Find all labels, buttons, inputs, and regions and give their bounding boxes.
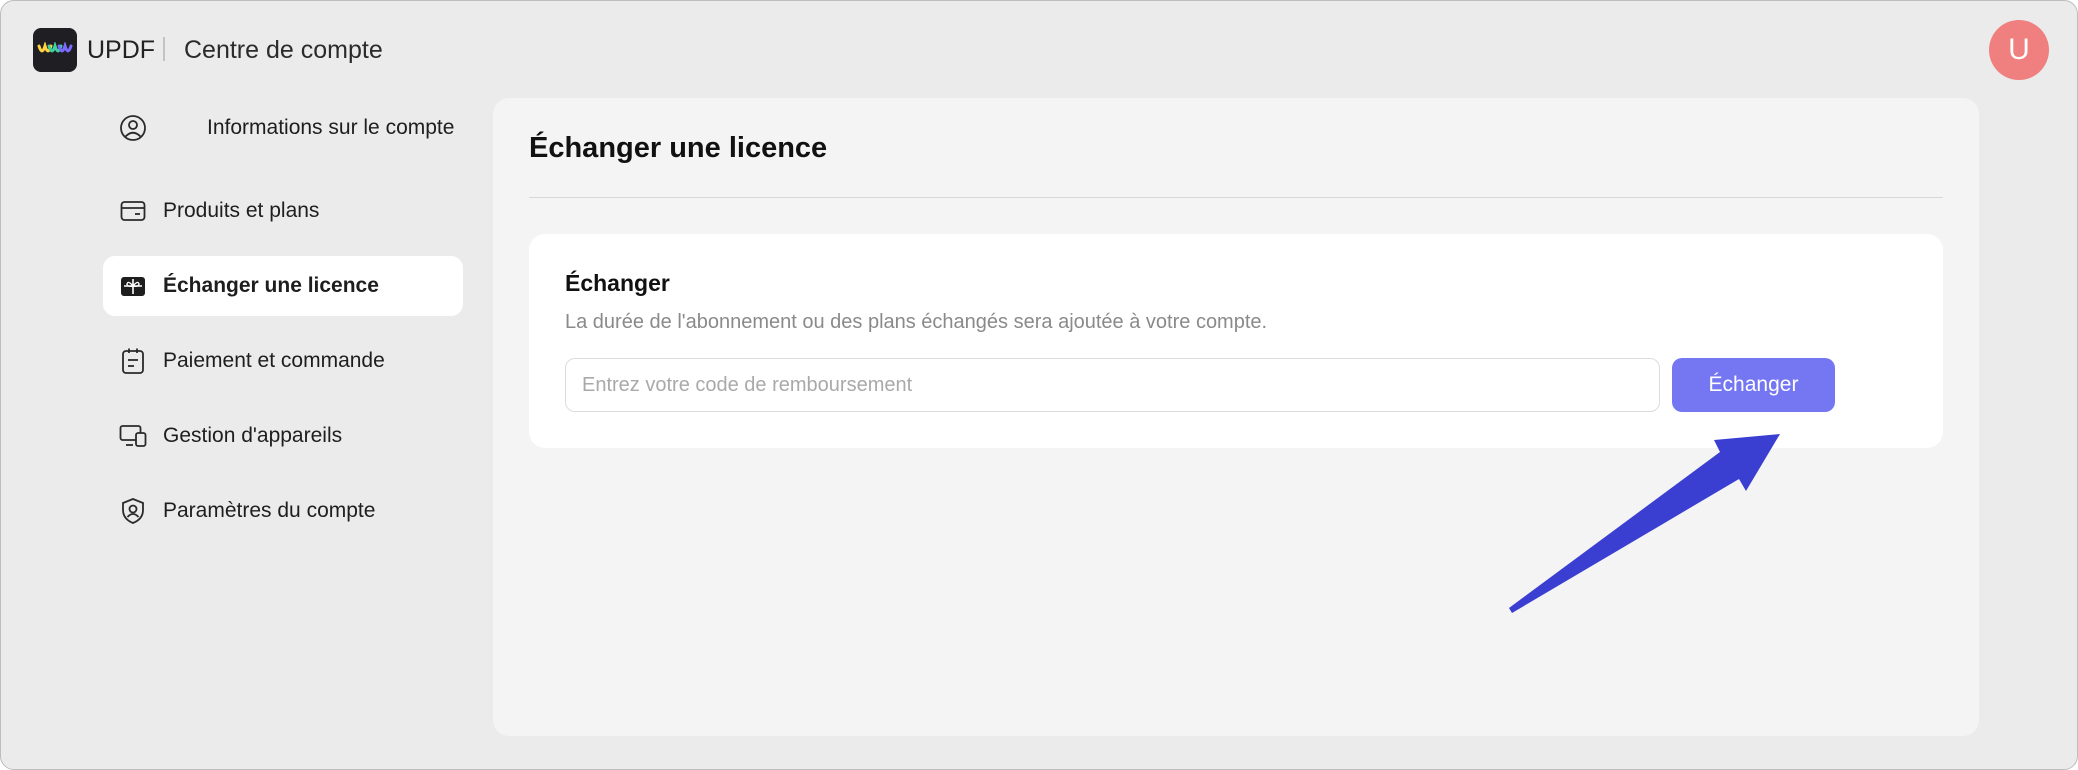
sidebar-item-label: Paiement et commande [163, 349, 385, 372]
sidebar-item-label: Paramètres du compte [163, 499, 376, 522]
app-window: UPDF Centre de compte U Informations sur… [0, 0, 2078, 770]
shield-user-icon [118, 496, 148, 526]
gift-icon [118, 271, 148, 301]
sidebar-item-label: Produits et plans [163, 199, 320, 222]
page-section-title: Centre de compte [184, 36, 383, 64]
brand-name: UPDF [87, 36, 156, 64]
redeem-button[interactable]: Échanger [1672, 358, 1835, 412]
updf-logo [33, 28, 77, 72]
card-title: Échanger [565, 270, 670, 296]
title-divider [529, 197, 1943, 198]
clipboard-icon [118, 346, 148, 376]
card-icon [118, 196, 148, 226]
sidebar-item-label: Échanger une licence [163, 274, 379, 297]
sidebar-item-products-plans[interactable]: Produits et plans [103, 181, 463, 241]
main-panel: Échanger une licence Échanger La durée d… [493, 98, 1979, 736]
sidebar-item-account-info[interactable]: Informations sur le compte [103, 98, 463, 158]
sidebar-item-payment-orders[interactable]: Paiement et commande [103, 331, 463, 391]
sidebar-item-account-settings[interactable]: Paramètres du compte [103, 481, 463, 541]
sidebar-item-label: Informations sur le compte [207, 116, 455, 139]
redeem-card: Échanger La durée de l'abonnement ou des… [529, 234, 1943, 448]
devices-icon [118, 421, 148, 451]
card-description: La durée de l'abonnement ou des plans éc… [565, 311, 1268, 333]
sidebar-item-label: Gestion d'appareils [163, 424, 343, 447]
avatar-initial: U [2008, 33, 2030, 66]
sidebar-item-redeem-license[interactable]: Échanger une licence [103, 256, 463, 316]
page-title: Échanger une licence [529, 132, 828, 164]
user-avatar[interactable]: U [1989, 20, 2049, 80]
redemption-code-input[interactable] [565, 358, 1660, 412]
sidebar-item-device-management[interactable]: Gestion d'appareils [103, 406, 463, 466]
header-divider [163, 37, 165, 61]
user-circle-icon [118, 113, 148, 143]
